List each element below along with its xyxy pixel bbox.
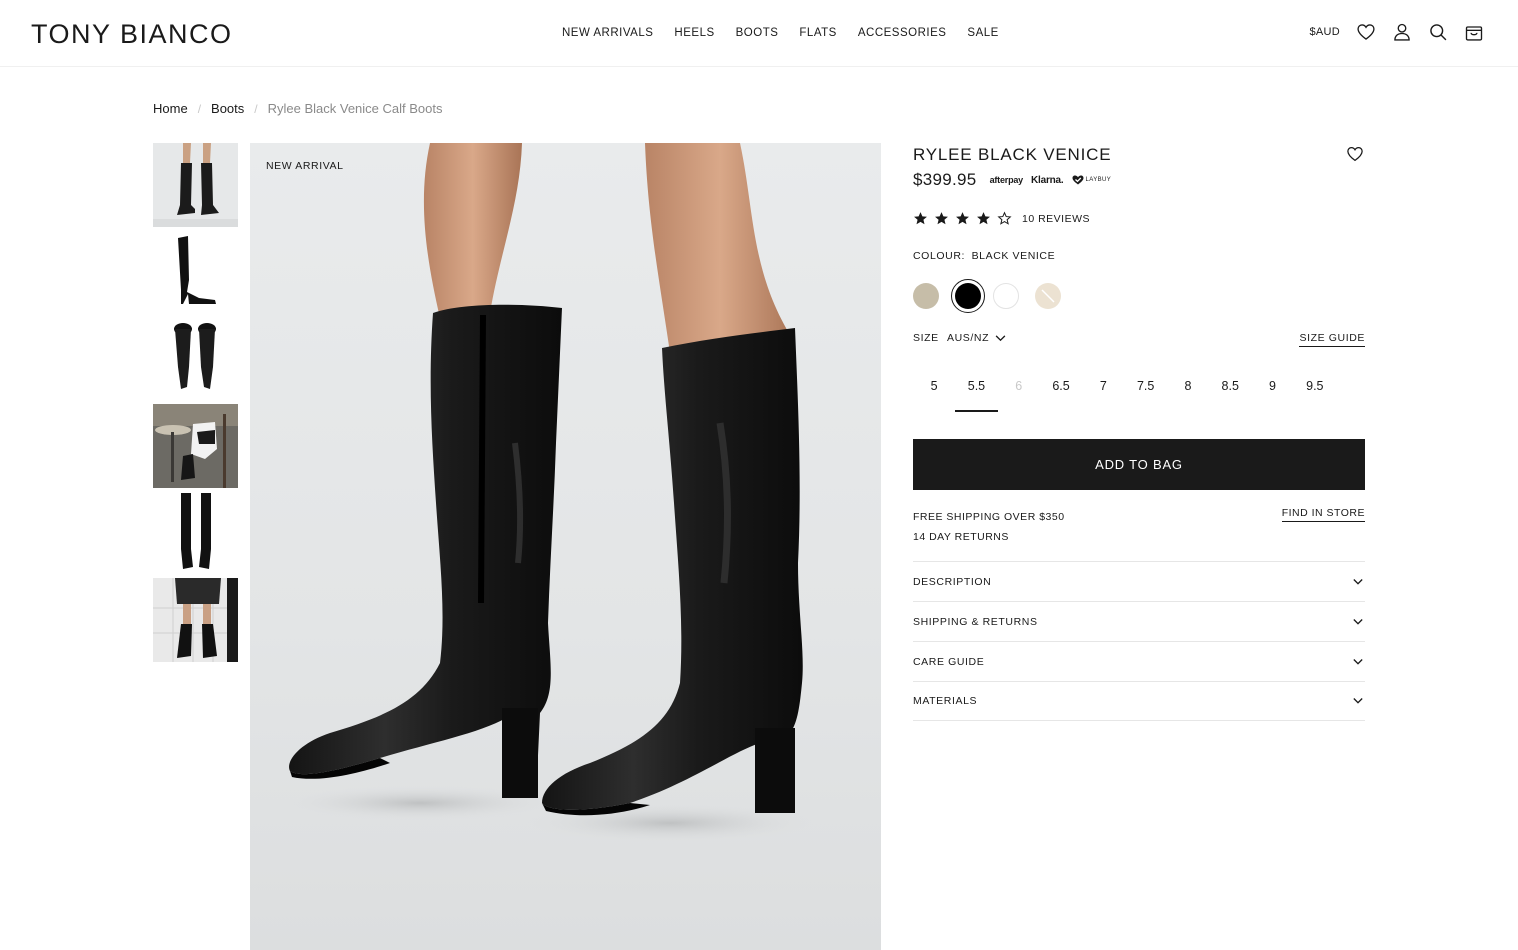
breadcrumb-boots[interactable]: Boots xyxy=(211,101,244,116)
star-filled-icon xyxy=(935,212,948,225)
chevron-down-icon xyxy=(1353,658,1363,665)
boots-photo xyxy=(280,143,820,843)
colour-label-text: COLOUR: xyxy=(913,250,966,262)
thumbnail-boots-front-pair[interactable] xyxy=(153,491,238,575)
laybuy-logo: LAYBUY xyxy=(1072,175,1112,185)
afterpay-logo: afterpay xyxy=(989,175,1024,185)
thumbnail-model-walking[interactable] xyxy=(153,578,238,662)
accordion-label: CARE GUIDE xyxy=(913,655,985,668)
size-label: SIZE xyxy=(913,332,939,344)
accordion-label: DESCRIPTION xyxy=(913,575,992,588)
accordion-description[interactable]: DESCRIPTION xyxy=(913,561,1365,601)
size-option-6-5[interactable]: 6.5 xyxy=(1040,372,1082,412)
accordion-label: MATERIALS xyxy=(913,695,978,707)
accordion-shipping-returns[interactable]: SHIPPING & RETURNS xyxy=(913,601,1365,641)
size-option-8-5[interactable]: 8.5 xyxy=(1209,372,1251,412)
heart-icon[interactable] xyxy=(1356,21,1376,43)
star-filled-icon xyxy=(977,212,990,225)
find-in-store-link[interactable]: FIND IN STORE xyxy=(1281,507,1365,522)
nav-flats[interactable]: FLATS xyxy=(799,27,836,39)
main-product-image[interactable]: NEW ARRIVAL xyxy=(250,143,881,950)
product-accordion: DESCRIPTION SHIPPING & RETURNS CARE GUID… xyxy=(913,561,1365,721)
breadcrumb-separator: / xyxy=(254,101,258,116)
thumbnail-list xyxy=(153,143,238,665)
price-row: $399.95 afterpay Klarna. LAYBUY xyxy=(913,170,1119,190)
header-utilities: $AUD xyxy=(1309,21,1484,43)
nav-boots[interactable]: BOOTS xyxy=(736,27,779,39)
swatch-black-selected[interactable] xyxy=(951,279,985,313)
size-options: 5 5.5 6 6.5 7 7.5 8 8.5 9 9.5 xyxy=(913,372,1336,412)
size-option-6-unavailable[interactable]: 6 xyxy=(998,372,1040,412)
bag-icon[interactable] xyxy=(1464,21,1484,43)
accordion-materials[interactable]: MATERIALS xyxy=(913,681,1365,721)
shipping-info: FREE SHIPPING OVER $350 14 DAY RETURNS xyxy=(913,507,1065,547)
thumbnail-boots-front[interactable] xyxy=(153,143,238,227)
star-filled-icon xyxy=(956,212,969,225)
free-shipping-text: FREE SHIPPING OVER $350 xyxy=(913,511,1065,523)
klarna-logo: Klarna. xyxy=(1030,174,1064,186)
heart-check-icon xyxy=(1072,175,1083,185)
size-option-7-5[interactable]: 7.5 xyxy=(1124,372,1166,412)
nav-accessories[interactable]: ACCESSORIES xyxy=(858,27,947,39)
product-price: $399.95 xyxy=(913,170,977,189)
size-option-8[interactable]: 8 xyxy=(1167,372,1209,412)
currency-selector[interactable]: $AUD xyxy=(1309,26,1340,38)
thumbnail-model-seated[interactable] xyxy=(153,404,238,488)
size-option-7[interactable]: 7 xyxy=(1082,372,1124,412)
chevron-down-icon xyxy=(995,334,1006,341)
site-header: TONY BIANCO NEW ARRIVALS HEELS BOOTS FLA… xyxy=(0,0,1518,67)
star-empty-icon xyxy=(997,211,1012,225)
breadcrumb-separator: / xyxy=(197,101,202,116)
thumbnail-boots-pair[interactable] xyxy=(153,317,238,401)
user-icon[interactable] xyxy=(1392,21,1412,43)
colour-value: BLACK VENICE xyxy=(971,250,1056,262)
chevron-down-icon xyxy=(1353,618,1363,625)
nav-new-arrivals[interactable]: NEW ARRIVALS xyxy=(562,27,653,39)
size-guide-link[interactable]: SIZE GUIDE xyxy=(1299,332,1365,347)
wishlist-heart-icon[interactable] xyxy=(1345,145,1365,163)
star-filled-icon xyxy=(914,212,927,225)
breadcrumb-current: Rylee Black Venice Calf Boots xyxy=(267,101,443,116)
accordion-care-guide[interactable]: CARE GUIDE xyxy=(913,641,1365,681)
swatch-white[interactable] xyxy=(993,283,1019,309)
nav-sale[interactable]: SALE xyxy=(967,27,998,39)
unavailable-slash-icon xyxy=(1041,289,1055,303)
colour-label: COLOUR: BLACK VENICE xyxy=(913,250,1055,262)
main-nav: NEW ARRIVALS HEELS BOOTS FLATS ACCESSORI… xyxy=(562,27,1020,39)
add-to-bag-button[interactable]: ADD TO BAG xyxy=(913,439,1365,490)
product-title: RYLEE BLACK VENICE xyxy=(913,145,1112,164)
size-region-value: AUS/NZ xyxy=(947,332,990,344)
chevron-down-icon xyxy=(1353,578,1363,585)
breadcrumb: Home / Boots / Rylee Black Venice Calf B… xyxy=(153,101,443,116)
new-arrival-badge: NEW ARRIVAL xyxy=(266,160,344,172)
accordion-label: SHIPPING & RETURNS xyxy=(913,615,1038,628)
returns-text: 14 DAY RETURNS xyxy=(913,531,1009,543)
thumbnail-boot-side[interactable] xyxy=(153,230,238,314)
size-option-9-5[interactable]: 9.5 xyxy=(1294,372,1336,412)
breadcrumb-home[interactable]: Home xyxy=(153,101,188,116)
size-region-select[interactable]: AUS/NZ xyxy=(947,332,1006,344)
swatch-cream-unavailable[interactable] xyxy=(1035,283,1061,309)
reviews-count[interactable]: 10 REVIEWS xyxy=(1022,213,1090,225)
chevron-down-icon xyxy=(1353,698,1363,704)
colour-swatches xyxy=(913,279,1077,313)
product-rating[interactable]: 10 REVIEWS xyxy=(913,211,1090,226)
size-option-9[interactable]: 9 xyxy=(1251,372,1293,412)
nav-heels[interactable]: HEELS xyxy=(674,27,714,39)
brand-logo[interactable]: TONY BIANCO xyxy=(31,19,233,50)
size-option-5[interactable]: 5 xyxy=(913,372,955,412)
size-option-5-5-selected[interactable]: 5.5 xyxy=(955,372,998,412)
swatch-taupe[interactable] xyxy=(913,283,939,309)
search-icon[interactable] xyxy=(1428,21,1448,43)
laybuy-label: LAYBUY xyxy=(1085,177,1112,183)
